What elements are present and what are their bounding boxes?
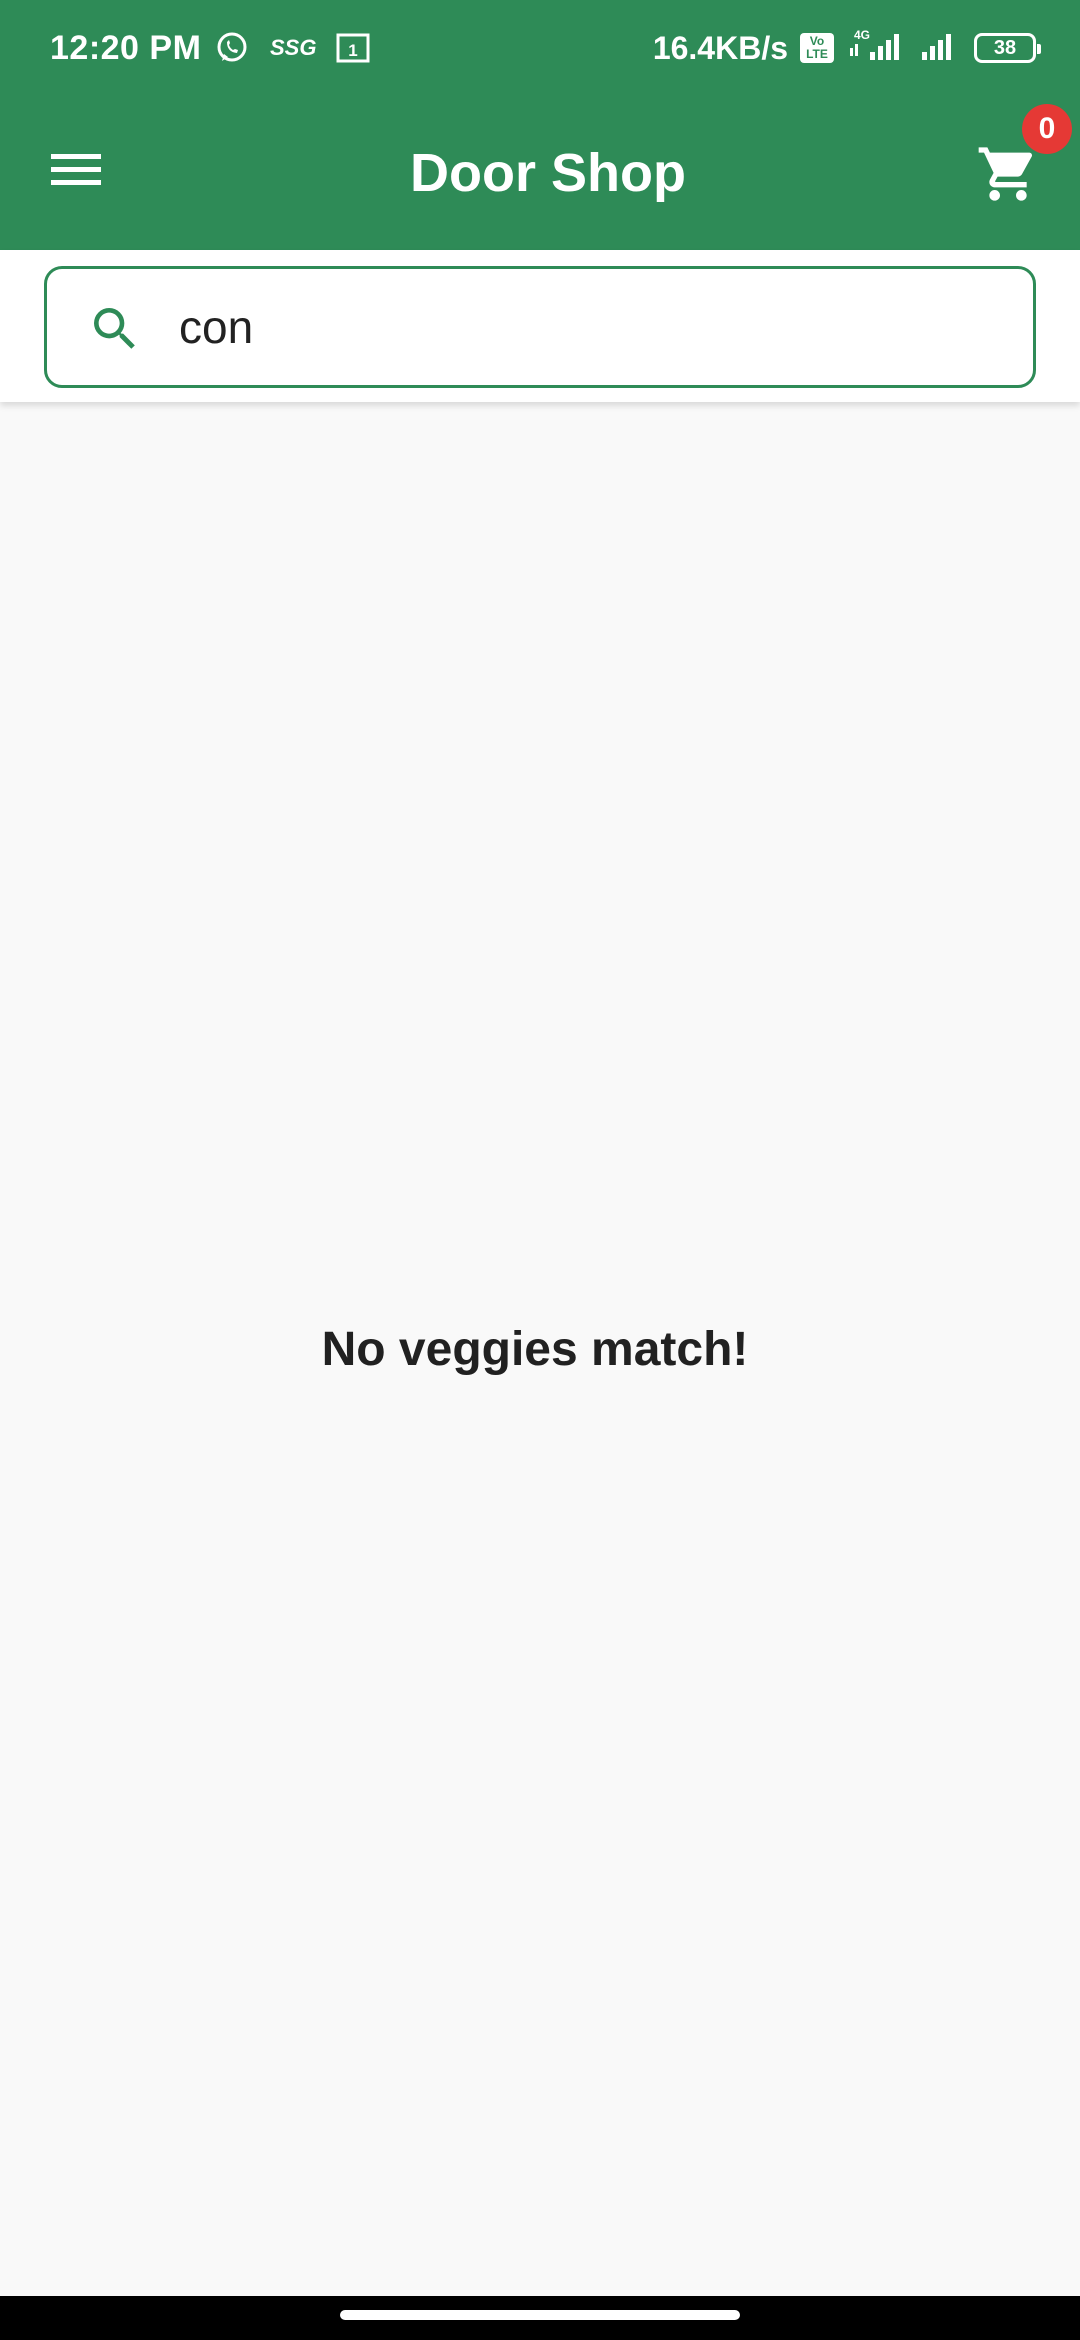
search-icon <box>87 301 143 357</box>
battery-level: 38 <box>993 37 1017 59</box>
screen: 12:20 PM SSG 1 16.4KB/s Vo LTE 4G 38 Doo… <box>0 0 1080 2340</box>
search-area <box>0 250 1080 402</box>
battery-icon: 38 <box>974 33 1041 63</box>
calendar-icon: 1 <box>336 33 370 63</box>
page-title: Door Shop <box>410 143 686 203</box>
empty-state-message: No veggies match! <box>321 1323 749 1376</box>
ssg-icon: SSG <box>270 35 317 60</box>
search-box[interactable] <box>44 266 1036 388</box>
search-input[interactable] <box>179 289 999 365</box>
signal-icon: 4G <box>846 28 906 69</box>
status-notification-icons: SSG 1 <box>214 28 370 68</box>
cart-count-badge: 0 <box>1022 104 1072 154</box>
status-time: 12:20 PM <box>50 29 202 67</box>
system-nav-bar <box>0 2296 1080 2340</box>
signal-icon <box>918 28 962 69</box>
app-bar: Door Shop <box>0 96 1080 250</box>
status-system-icons: 16.4KB/s Vo LTE 4G 38 <box>652 26 1041 70</box>
whatsapp-icon <box>214 30 250 66</box>
calendar-day: 1 <box>349 41 358 60</box>
volte-icon: Vo LTE <box>800 33 834 63</box>
status-bar: 12:20 PM SSG 1 16.4KB/s Vo LTE 4G 38 <box>0 0 1080 96</box>
home-indicator[interactable] <box>340 2310 740 2320</box>
cart-icon <box>976 142 1040 211</box>
network-type: 4G <box>854 28 870 42</box>
network-speed: 16.4KB/s <box>652 30 788 66</box>
